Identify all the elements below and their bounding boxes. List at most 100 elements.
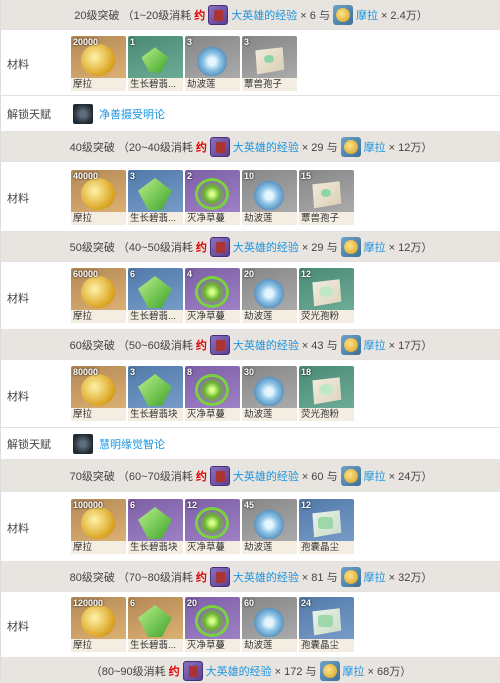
hero-wit-link[interactable]: 大英雄的经验 bbox=[233, 569, 299, 585]
material-card-lotus[interactable]: 10 劫波莲 bbox=[242, 170, 297, 225]
header-level: 80级突破 bbox=[69, 571, 115, 584]
material-card-plant[interactable]: 4 灭净草蔓 bbox=[185, 268, 240, 323]
mora-qty: × 24万） bbox=[388, 470, 433, 483]
material-card-mora[interactable]: 20000 摩拉 bbox=[71, 36, 126, 91]
hero-wit-icon[interactable] bbox=[182, 660, 203, 681]
talent-unlock-row-1: 解锁天赋 净善摄受明论 bbox=[1, 96, 500, 132]
material-card-powder[interactable]: 12 荧光孢粉 bbox=[299, 268, 354, 323]
material-card-lotus[interactable]: 20 劫波莲 bbox=[242, 268, 297, 323]
mora-qty: × 68万） bbox=[367, 665, 412, 678]
material-card-plant[interactable]: 12 灭净草蔓 bbox=[185, 499, 240, 554]
talent-link[interactable]: 慧明缘觉智论 bbox=[99, 436, 165, 452]
hero-wit-link[interactable]: 大英雄的经验 bbox=[206, 663, 272, 679]
material-count: 24 bbox=[301, 598, 312, 608]
materials-row-60: 材料 80000 摩拉 3 生长碧翡块 8 灭净草蔓 30 劫波莲 18 荧光孢粉 bbox=[1, 360, 500, 428]
material-name: 劫波莲 bbox=[242, 212, 297, 225]
header-approx: 约 bbox=[195, 571, 207, 584]
material-name: 生长碧翡... bbox=[128, 639, 183, 652]
material-name: 灭净草蔓 bbox=[185, 541, 240, 554]
hero-wit-icon[interactable] bbox=[209, 236, 230, 257]
hero-wit-icon[interactable] bbox=[209, 136, 230, 157]
material-card-plant[interactable]: 2 灭净草蔓 bbox=[185, 170, 240, 225]
ascension-table: 20级突破 （1~20级消耗 约 大英雄的经验 × 6 与 摩拉 × 2.4万）… bbox=[0, 0, 500, 683]
material-name: 摩拉 bbox=[71, 78, 126, 91]
material-card-mora[interactable]: 60000 摩拉 bbox=[71, 268, 126, 323]
material-card-gem[interactable]: 1 生长碧翡... bbox=[128, 36, 183, 91]
mora-icon[interactable] bbox=[340, 566, 361, 587]
material-card-gem[interactable]: 3 生长碧翡... bbox=[128, 170, 183, 225]
talent-link[interactable]: 净善摄受明论 bbox=[99, 106, 165, 122]
material-count: 60000 bbox=[73, 269, 99, 279]
material-card-lotus[interactable]: 30 劫波莲 bbox=[242, 366, 297, 421]
header-approx: 约 bbox=[195, 339, 207, 352]
material-card-lotus[interactable]: 60 劫波莲 bbox=[242, 597, 297, 652]
mora-link[interactable]: 摩拉 bbox=[364, 337, 386, 353]
material-count: 6 bbox=[130, 269, 136, 279]
material-card-lotus[interactable]: 3 劫波莲 bbox=[185, 36, 240, 91]
material-card-crystal[interactable]: 24 孢囊晶尘 bbox=[299, 597, 354, 652]
talent-icon[interactable] bbox=[73, 433, 93, 454]
hero-wit-icon[interactable] bbox=[208, 4, 229, 25]
mora-link[interactable]: 摩拉 bbox=[364, 468, 386, 484]
header-level: 50级突破 bbox=[69, 241, 115, 254]
material-card-lotus[interactable]: 45 劫波莲 bbox=[242, 499, 297, 554]
material-card-spore[interactable]: 3 蕈兽孢子 bbox=[242, 36, 297, 91]
gem-icon bbox=[138, 374, 172, 406]
hero-wit-link[interactable]: 大英雄的经验 bbox=[233, 239, 299, 255]
material-card-plant[interactable]: 8 灭净草蔓 bbox=[185, 366, 240, 421]
material-name: 劫波莲 bbox=[242, 310, 297, 323]
mora-icon[interactable] bbox=[340, 136, 361, 157]
hero-wit-link[interactable]: 大英雄的经验 bbox=[231, 7, 297, 23]
plant-icon bbox=[195, 605, 229, 637]
hero-wit-icon[interactable] bbox=[209, 566, 230, 587]
material-count: 3 bbox=[130, 367, 136, 377]
hero-wit-icon[interactable] bbox=[209, 465, 230, 486]
header-range: （70~80级消耗 bbox=[117, 571, 193, 584]
material-name: 灭净草蔓 bbox=[185, 639, 240, 652]
mora-icon[interactable] bbox=[319, 660, 340, 681]
mora-icon[interactable] bbox=[340, 334, 361, 355]
talent-icon[interactable] bbox=[73, 103, 93, 124]
materials-list: 40000 摩拉 3 生长碧翡... 2 灭净草蔓 10 劫波莲 15 蕈兽孢子 bbox=[71, 170, 354, 225]
header-level: 60级突破 bbox=[69, 339, 115, 352]
material-name: 生长碧翡... bbox=[128, 212, 183, 225]
material-card-gem[interactable]: 3 生长碧翡块 bbox=[128, 366, 183, 421]
hero-wit-link[interactable]: 大英雄的经验 bbox=[233, 337, 299, 353]
mora-qty: × 12万） bbox=[388, 241, 433, 254]
material-card-plant[interactable]: 20 灭净草蔓 bbox=[185, 597, 240, 652]
mora-link[interactable]: 摩拉 bbox=[364, 239, 386, 255]
material-card-powder[interactable]: 18 荧光孢粉 bbox=[299, 366, 354, 421]
header-approx: 约 bbox=[168, 665, 180, 678]
material-count: 18 bbox=[301, 367, 312, 377]
ascension-header-80: 80级突破 （70~80级消耗 约 大英雄的经验 × 81 与 摩拉 × 32万… bbox=[1, 562, 500, 592]
hero-wit-link[interactable]: 大英雄的经验 bbox=[233, 468, 299, 484]
material-card-gem[interactable]: 6 生长碧翡... bbox=[128, 268, 183, 323]
mora-link[interactable]: 摩拉 bbox=[356, 7, 378, 23]
header-level: 70级突破 bbox=[69, 470, 115, 483]
material-count: 20 bbox=[187, 598, 198, 608]
material-name: 生长碧翡... bbox=[128, 78, 183, 91]
material-count: 120000 bbox=[73, 598, 104, 608]
header-range: （20~40级消耗 bbox=[117, 141, 193, 154]
mora-link[interactable]: 摩拉 bbox=[364, 569, 386, 585]
hero-wit-link[interactable]: 大英雄的经验 bbox=[233, 139, 299, 155]
mora-link[interactable]: 摩拉 bbox=[343, 663, 365, 679]
mora-icon[interactable] bbox=[340, 236, 361, 257]
material-name: 孢囊晶尘 bbox=[299, 639, 354, 652]
hero-wit-icon[interactable] bbox=[209, 334, 230, 355]
material-card-mora[interactable]: 100000 摩拉 bbox=[71, 499, 126, 554]
mora-icon[interactable] bbox=[332, 4, 353, 25]
material-card-mora[interactable]: 80000 摩拉 bbox=[71, 366, 126, 421]
material-count: 60 bbox=[244, 598, 255, 608]
material-card-gem[interactable]: 6 生长碧翡... bbox=[128, 597, 183, 652]
materials-row-50: 材料 60000 摩拉 6 生长碧翡... 4 灭净草蔓 20 劫波莲 12 荧光孢粉 bbox=[1, 262, 500, 330]
mora-link[interactable]: 摩拉 bbox=[364, 139, 386, 155]
material-card-mora[interactable]: 120000 摩拉 bbox=[71, 597, 126, 652]
material-card-crystal[interactable]: 12 孢囊晶尘 bbox=[299, 499, 354, 554]
material-card-mora[interactable]: 40000 摩拉 bbox=[71, 170, 126, 225]
material-name: 摩拉 bbox=[71, 541, 126, 554]
material-card-gem[interactable]: 6 生长碧翡块 bbox=[128, 499, 183, 554]
mora-icon[interactable] bbox=[340, 465, 361, 486]
material-card-spore[interactable]: 15 蕈兽孢子 bbox=[299, 170, 354, 225]
plant-icon bbox=[195, 178, 229, 210]
